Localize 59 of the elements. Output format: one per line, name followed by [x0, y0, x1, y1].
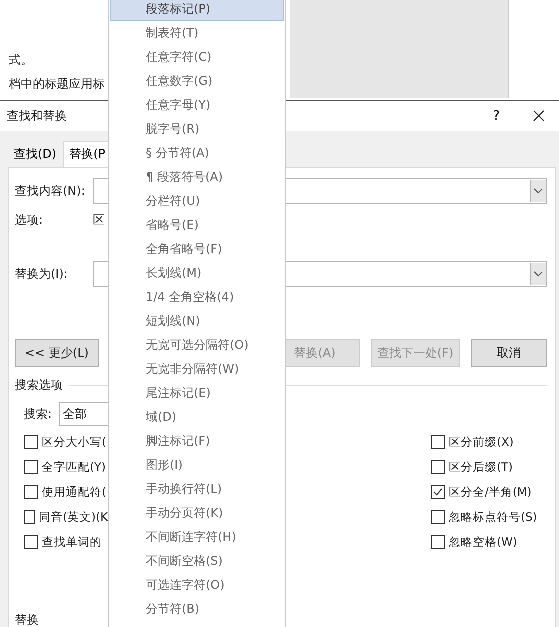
menu-item[interactable]: 域(D): [110, 405, 284, 429]
menu-item[interactable]: 全角省略号(F): [110, 237, 284, 261]
document-text: 式。: [9, 53, 33, 67]
checkbox[interactable]: [24, 510, 35, 524]
menu-item[interactable]: 段落标记(P): [110, 0, 284, 21]
checkbox-label: 区分后缀(T): [449, 460, 513, 474]
checkbox[interactable]: [24, 460, 38, 474]
close-icon[interactable]: [533, 110, 545, 122]
menu-item[interactable]: 长划线(M): [110, 261, 284, 285]
options-value: 区: [93, 212, 105, 229]
menu-item[interactable]: 任意字符(C): [110, 45, 284, 69]
checkbox[interactable]: [24, 535, 38, 549]
checkbox-label: 全字匹配(Y): [42, 460, 106, 474]
section-title: 搜索选项: [15, 377, 63, 394]
field-label: 查找内容(N):: [15, 182, 86, 200]
menu-item[interactable]: 图形(I): [110, 453, 284, 477]
checkbox[interactable]: [24, 435, 38, 449]
menu-item[interactable]: 分节符(B): [110, 597, 284, 621]
dialog-button[interactable]: 取消: [471, 339, 547, 367]
checkbox-label: 区分大小写(: [42, 434, 106, 450]
checkbox-label: 同音(英文)(K: [38, 510, 108, 524]
section-title: 替换: [15, 612, 39, 627]
checkbox[interactable]: [24, 485, 38, 499]
menu-item[interactable]: 手动换行符(L): [110, 477, 284, 501]
tab[interactable]: 查找(D): [8, 141, 63, 167]
menu-item[interactable]: 任意字母(Y): [110, 93, 284, 117]
menu-item[interactable]: 脚注标记(F): [110, 429, 284, 453]
menu-item[interactable]: 1/4 全角空格(4): [110, 285, 284, 309]
menu-item[interactable]: 脱字号(R): [110, 117, 284, 141]
help-button[interactable]: ?: [493, 108, 500, 124]
document-text: 档中的标题应用标: [9, 77, 105, 91]
checkbox-label: 忽略空格(W): [449, 534, 518, 550]
checkbox[interactable]: [431, 435, 445, 449]
checkbox-label: 查找单词的: [42, 534, 102, 550]
menu-item[interactable]: 任意数字(G): [110, 69, 284, 93]
menu-item[interactable]: 不间断连字符(H): [110, 525, 284, 549]
menu-item[interactable]: 分栏符(U): [110, 189, 284, 213]
field-label: 替换为(I):: [15, 266, 69, 282]
dialog-button[interactable]: << 更少(L): [15, 339, 99, 367]
checkbox[interactable]: [431, 510, 445, 524]
checkbox-label: 忽略标点符号(S): [449, 510, 538, 524]
checkbox[interactable]: [431, 460, 445, 474]
menu-item[interactable]: 尾注标记(E): [110, 381, 284, 405]
checkbox-label: 使用通配符(: [42, 484, 106, 500]
checkbox-label: 区分全/半角(M): [449, 484, 532, 500]
menu-item[interactable]: § 分节符(A): [110, 141, 284, 165]
options-label: 选项:: [15, 212, 44, 229]
menu-item[interactable]: 制表符(T): [110, 21, 284, 45]
menu-item[interactable]: 省略号(E): [110, 213, 284, 237]
menu-item[interactable]: 可选连字符(O): [110, 573, 284, 597]
search-label: 搜索:: [24, 406, 54, 422]
checkbox[interactable]: [431, 485, 445, 499]
checkbox[interactable]: [431, 535, 445, 549]
menu-item[interactable]: 手动分页符(K): [110, 501, 284, 525]
dialog-title: 查找和替换: [7, 108, 67, 124]
menu-item[interactable]: 短划线(N): [110, 309, 284, 333]
menu-item[interactable]: 不间断空格(S): [110, 549, 284, 573]
checkbox-label: 区分前缀(X): [449, 434, 514, 450]
menu-item[interactable]: ¶ 段落符号(A): [110, 165, 284, 189]
